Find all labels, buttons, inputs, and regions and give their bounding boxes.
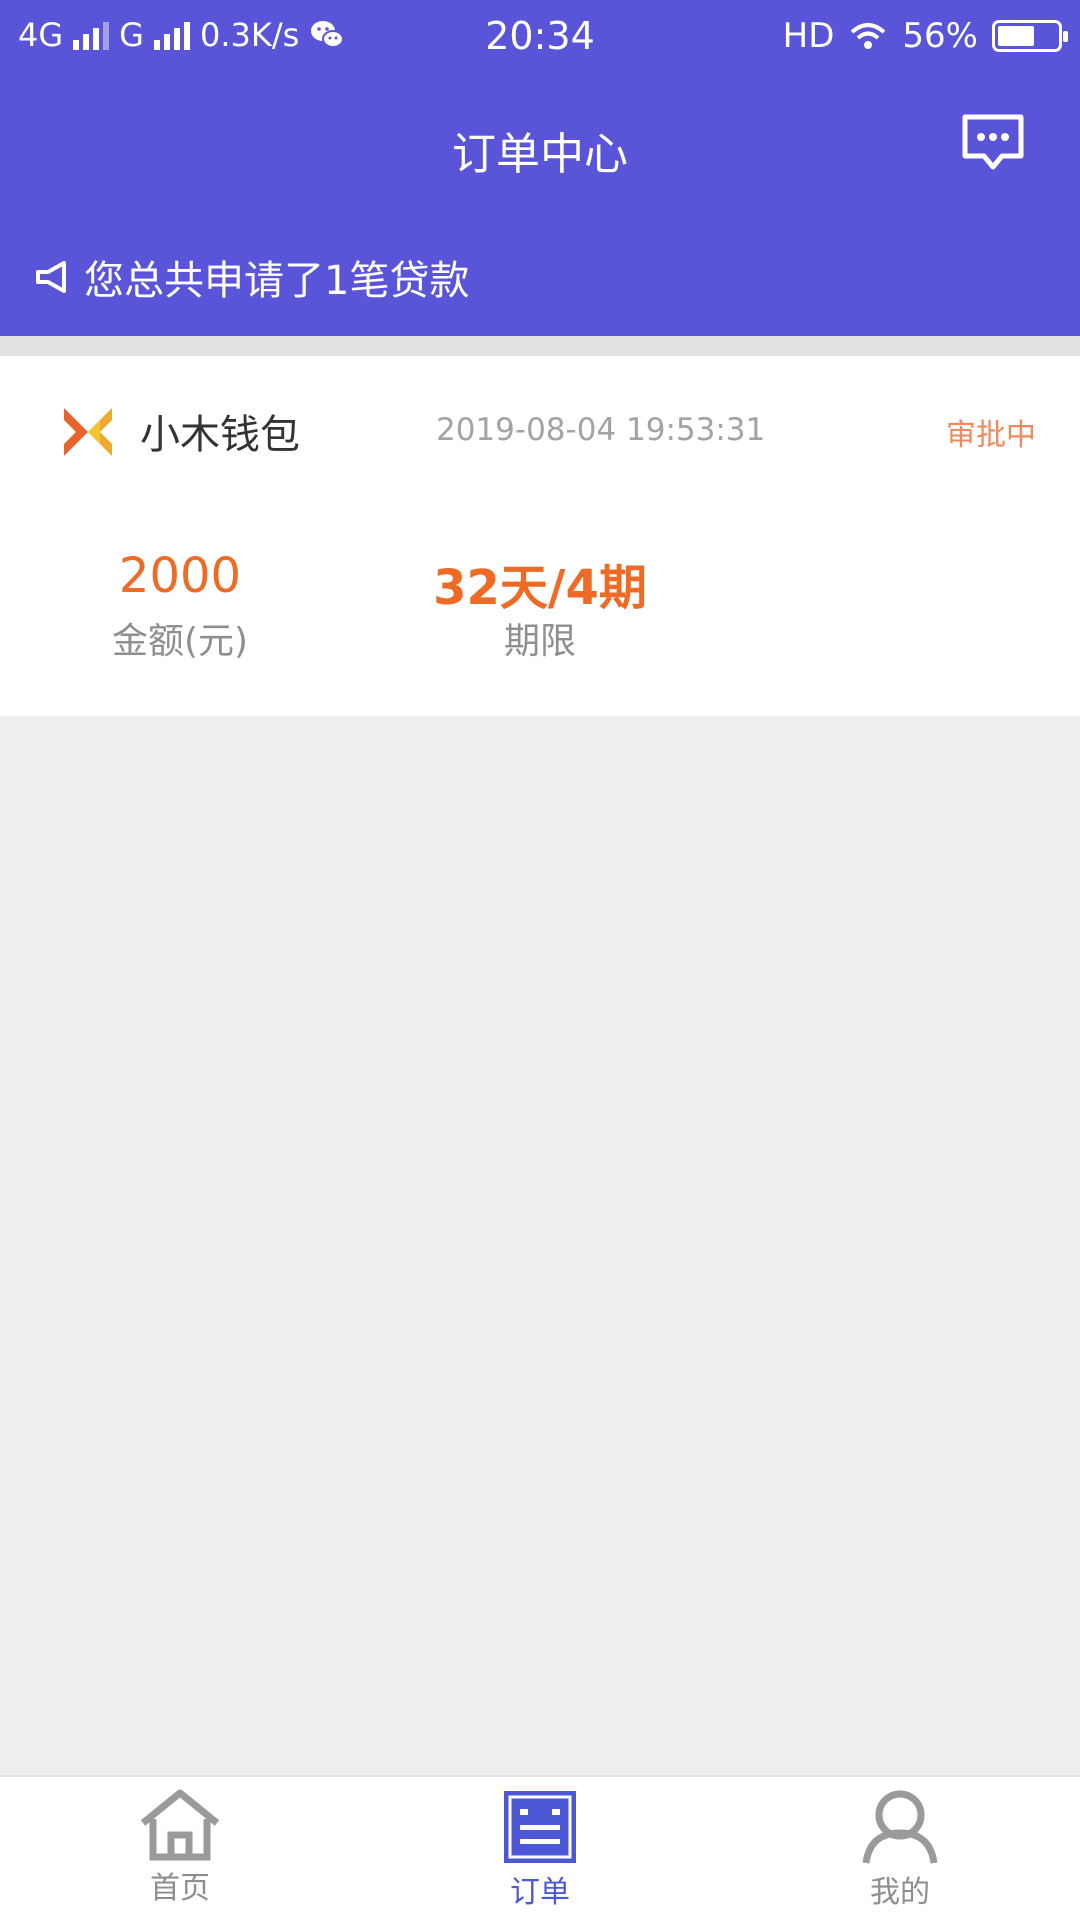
status-bar: 4G G 0.3K/s 20:34 HD 56%	[0, 0, 1080, 76]
battery-percent: 56%	[902, 16, 978, 56]
page-title: 订单中心	[452, 129, 628, 180]
user-icon	[862, 1790, 938, 1864]
divider	[0, 336, 1080, 356]
nav-orders-label: 订单	[510, 1875, 570, 1910]
term-label: 期限	[503, 621, 576, 662]
header: 4G G 0.3K/s 20:34 HD 56% 订单中心 您总共申请了1笔贷款	[0, 0, 1080, 336]
nav-home-label: 首页	[150, 1871, 210, 1906]
amount-value: 2000	[118, 548, 242, 604]
order-datetime: 2019-08-04 19:53:31	[436, 412, 766, 448]
battery-icon	[992, 20, 1068, 52]
megaphone-icon	[36, 261, 66, 293]
wallet-logo-icon	[64, 408, 112, 456]
nav-me-label: 我的	[870, 1875, 930, 1910]
nav-orders[interactable]: 订单	[440, 1789, 640, 1914]
message-icon[interactable]	[960, 112, 1026, 174]
notice-text: 您总共申请了1笔贷款	[84, 258, 470, 304]
nav-home[interactable]: 首页	[80, 1789, 280, 1914]
status-right: HD 56%	[782, 16, 1068, 56]
hd-label: HD	[782, 16, 835, 56]
order-list-icon	[504, 1791, 576, 1863]
bottom-nav: 首页 订单 我的	[0, 1775, 1080, 1920]
wifi-icon	[851, 23, 886, 49]
amount-label: 金额(元)	[111, 621, 249, 662]
home-icon	[140, 1789, 220, 1861]
status-badge: 审批中	[946, 418, 1036, 453]
lender-name: 小木钱包	[140, 412, 300, 458]
nav-me[interactable]: 我的	[800, 1789, 1000, 1914]
order-card[interactable]: 小木钱包 2019-08-04 19:53:31 审批中 2000 金额(元) …	[0, 356, 1080, 716]
notice-bar: 您总共申请了1笔贷款	[34, 248, 469, 306]
term-value: 32天/4期	[433, 560, 647, 616]
